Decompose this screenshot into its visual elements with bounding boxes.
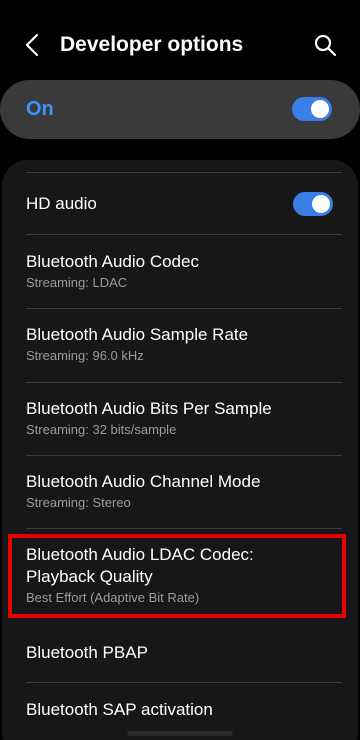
settings-card: HD audio Bluetooth Audio Codec Streaming…: [2, 160, 358, 740]
setting-title: Bluetooth Audio Bits Per Sample: [26, 399, 272, 418]
setting-bluetooth-audio-channel-mode[interactable]: [2, 456, 358, 528]
page-title: Developer options: [60, 33, 244, 56]
hd-audio-toggle[interactable]: [293, 192, 333, 216]
setting-bluetooth-audio-sample-rate[interactable]: [2, 309, 358, 381]
master-switch-row[interactable]: On: [0, 80, 360, 139]
setting-title: HD audio: [26, 194, 97, 213]
back-button[interactable]: [18, 30, 48, 60]
setting-subtitle: Streaming: Stereo: [26, 495, 131, 510]
search-icon: [314, 34, 337, 57]
setting-title: Bluetooth SAP activation: [26, 700, 213, 719]
setting-title: Bluetooth PBAP: [26, 643, 148, 662]
highlight-annotation-box: [8, 534, 346, 618]
setting-subtitle: Streaming: LDAC: [26, 275, 128, 290]
toggle-knob: [312, 195, 330, 213]
master-switch-label: On: [26, 98, 54, 120]
arrow-back-icon: [25, 33, 39, 57]
setting-subtitle: Streaming: 32 bits/sample: [26, 422, 177, 437]
developer-options-screen: Developer options On HD audio Bluetooth …: [0, 0, 360, 740]
setting-subtitle: Streaming: 96.0 kHz: [26, 348, 144, 363]
setting-bluetooth-audio-bits-per-sample[interactable]: [2, 383, 358, 455]
toggle-knob: [311, 100, 329, 118]
search-button[interactable]: [310, 30, 340, 60]
setting-title: Bluetooth Audio Codec: [26, 252, 199, 271]
setting-title: Bluetooth Audio Channel Mode: [26, 472, 261, 491]
app-bar: Developer options: [0, 0, 360, 88]
master-switch-toggle[interactable]: [292, 97, 332, 121]
divider: [26, 172, 342, 173]
setting-title: Bluetooth Audio Sample Rate: [26, 325, 249, 344]
navigation-handle: [127, 731, 233, 736]
